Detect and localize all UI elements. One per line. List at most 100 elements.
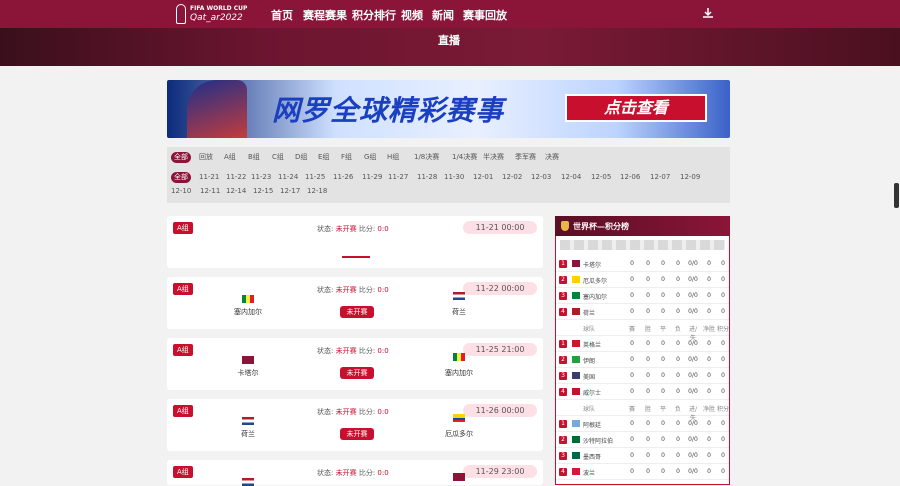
date-filter[interactable]: 11-25 <box>305 172 325 183</box>
ranking-row[interactable]: 4 波兰 0 0 0 0 0/0 0 0 <box>556 464 729 480</box>
live-label[interactable]: 直播 <box>438 32 460 48</box>
player-image <box>187 80 247 138</box>
nav-home[interactable]: 首页 <box>271 7 293 23</box>
fifa-logo[interactable]: FIFA WORLD CUP Qat_ar2022 <box>176 3 247 25</box>
date-filter[interactable]: 11-30 <box>444 172 464 183</box>
ranking-row[interactable]: 4 威尔士 0 0 0 0 0/0 0 0 <box>556 384 729 400</box>
date-filter[interactable]: 11-24 <box>278 172 298 183</box>
ranking-row[interactable]: 2 厄瓜多尔 0 0 0 0 0/0 0 0 <box>556 272 729 288</box>
stat-cell: 0 <box>676 372 680 379</box>
date-filter[interactable]: 12-01 <box>473 172 493 183</box>
nav-schedule[interactable]: 赛程赛果 <box>303 7 347 23</box>
date-filter[interactable]: 12-06 <box>620 172 640 183</box>
date-filter[interactable]: 12-18 <box>307 186 327 197</box>
stage-filter[interactable]: F组 <box>341 152 352 163</box>
date-filter[interactable]: 12-02 <box>502 172 522 183</box>
date-filter-all[interactable]: 全部 <box>171 172 191 183</box>
ranking-row[interactable]: 2 伊朗 0 0 0 0 0/0 0 0 <box>556 352 729 368</box>
stage-filter[interactable]: A组 <box>224 152 236 163</box>
match-card[interactable]: A组 状态: 未开赛 比分: 0:0 11-29 23:00 <box>167 460 543 486</box>
stat-cell: 0 <box>646 276 650 283</box>
promo-banner[interactable]: 网罗全球精彩赛事 点击查看 <box>167 80 730 138</box>
ranking-title: 世界杯—积分榜 <box>573 222 629 231</box>
stage-filter[interactable]: 季军赛 <box>515 152 536 163</box>
stat-cell: 0 <box>676 468 680 475</box>
date-filter[interactable]: 12-17 <box>280 186 300 197</box>
stat-cell: 0 <box>661 356 665 363</box>
stage-filter[interactable]: 1/4决赛 <box>452 152 477 163</box>
ranking-row[interactable]: 3 美国 0 0 0 0 0/0 0 0 <box>556 368 729 384</box>
stage-filter[interactable]: G组 <box>364 152 376 163</box>
senegal-flag-icon <box>242 295 254 303</box>
ranking-row[interactable]: 1 英格兰 0 0 0 0 0/0 0 0 <box>556 336 729 352</box>
stage-filter[interactable]: 回放 <box>199 152 213 163</box>
date-filter[interactable]: 11-28 <box>417 172 437 183</box>
date-filter[interactable]: 11-29 <box>362 172 382 183</box>
not-started-button[interactable]: 未开赛 <box>340 367 374 379</box>
stage-filter[interactable]: 决赛 <box>545 152 559 163</box>
ranking-row[interactable]: 1 阿根廷 0 0 0 0 0/0 0 0 <box>556 416 729 432</box>
match-card[interactable]: A组 状态: 未开赛 比分: 0:0 11-26 00:00 荷兰 厄瓜多尔 未… <box>167 399 543 451</box>
team-flag-icon <box>572 276 580 283</box>
header-cell: 负 <box>674 326 681 333</box>
netherlands-flag-icon <box>453 292 465 300</box>
ranking-row[interactable]: 2 沙特阿拉伯 0 0 0 0 0/0 0 0 <box>556 432 729 448</box>
date-filter[interactable]: 11-22 <box>226 172 246 183</box>
header-cell: 净胜 <box>703 406 716 413</box>
ranking-row[interactable]: 4 荷兰 0 0 0 0 0/0 0 0 <box>556 304 729 320</box>
rank-number: 1 <box>559 340 567 348</box>
header-cell: 胜 <box>644 406 651 413</box>
stage-filter[interactable]: 半决赛 <box>483 152 504 163</box>
date-filter[interactable]: 12-07 <box>650 172 670 183</box>
date-filter[interactable]: 12-10 <box>171 186 191 197</box>
stage-filter[interactable]: H组 <box>387 152 399 163</box>
match-card[interactable]: A组 状态: 未开赛 比分: 0:0 11-25 21:00 卡塔尔 塞内加尔 … <box>167 338 543 390</box>
date-filter[interactable]: 11-26 <box>333 172 353 183</box>
match-status: 状态: 未开赛 比分: 0:0 <box>317 469 389 477</box>
nav-replay[interactable]: 赛事回放 <box>463 7 507 23</box>
date-filter[interactable]: 12-05 <box>591 172 611 183</box>
stage-filter[interactable]: C组 <box>272 152 284 163</box>
date-filter[interactable]: 12-15 <box>253 186 273 197</box>
stat-cell: 0/0 <box>688 276 698 283</box>
group-tag: A组 <box>173 466 193 478</box>
team-name: 塞内加尔 <box>583 294 608 301</box>
download-icon[interactable] <box>702 7 714 19</box>
scrollbar[interactable] <box>894 183 899 208</box>
date-filter[interactable]: 11-27 <box>388 172 408 183</box>
trophy-icon <box>176 4 186 24</box>
ranking-row[interactable]: 3 塞内加尔 0 0 0 0 0/0 0 0 <box>556 288 729 304</box>
header-team: 球队 <box>583 406 596 413</box>
not-started-button[interactable]: 未开赛 <box>340 428 374 440</box>
date-filter[interactable]: 12-09 <box>680 172 700 183</box>
nav-video[interactable]: 视频 <box>401 7 423 23</box>
stage-filter-all[interactable]: 全部 <box>171 152 191 163</box>
nav-standings[interactable]: 积分排行 <box>352 7 396 23</box>
stat-cell: 0 <box>630 340 634 347</box>
match-card[interactable]: A组 状态: 未开赛 比分: 0:0 11-21 00:00 <box>167 216 543 268</box>
not-started-button[interactable]: 未开赛 <box>340 306 374 318</box>
stage-filter[interactable]: D组 <box>295 152 307 163</box>
date-filter[interactable]: 12-14 <box>226 186 246 197</box>
date-filter[interactable]: 12-04 <box>561 172 581 183</box>
stage-filter[interactable]: B组 <box>248 152 260 163</box>
stat-cell: 0 <box>646 292 650 299</box>
match-card[interactable]: A组 状态: 未开赛 比分: 0:0 11-22 00:00 塞内加尔 荷兰 未… <box>167 277 543 329</box>
nav-news[interactable]: 新闻 <box>432 7 454 23</box>
banner-button[interactable]: 点击查看 <box>565 94 707 122</box>
ranking-row[interactable]: 1 卡塔尔 0 0 0 0 0/0 0 0 <box>556 256 729 272</box>
ranking-row[interactable]: 3 墨西哥 0 0 0 0 0/0 0 0 <box>556 448 729 464</box>
date-filter[interactable]: 12-11 <box>200 186 220 197</box>
stage-filter[interactable]: E组 <box>318 152 329 163</box>
date-filter[interactable]: 12-03 <box>531 172 551 183</box>
date-filter[interactable]: 11-23 <box>251 172 271 183</box>
rank-number: 1 <box>559 420 567 428</box>
match-time: 11-26 00:00 <box>463 404 537 417</box>
team-flag-icon <box>572 388 580 395</box>
team-name: 威尔士 <box>583 390 602 397</box>
stat-cell: 0/0 <box>688 292 698 299</box>
banner-headline: 网罗全球精彩赛事 <box>272 94 505 127</box>
team-name: 美国 <box>583 374 596 381</box>
date-filter[interactable]: 11-21 <box>199 172 219 183</box>
stage-filter[interactable]: 1/8决赛 <box>414 152 439 163</box>
